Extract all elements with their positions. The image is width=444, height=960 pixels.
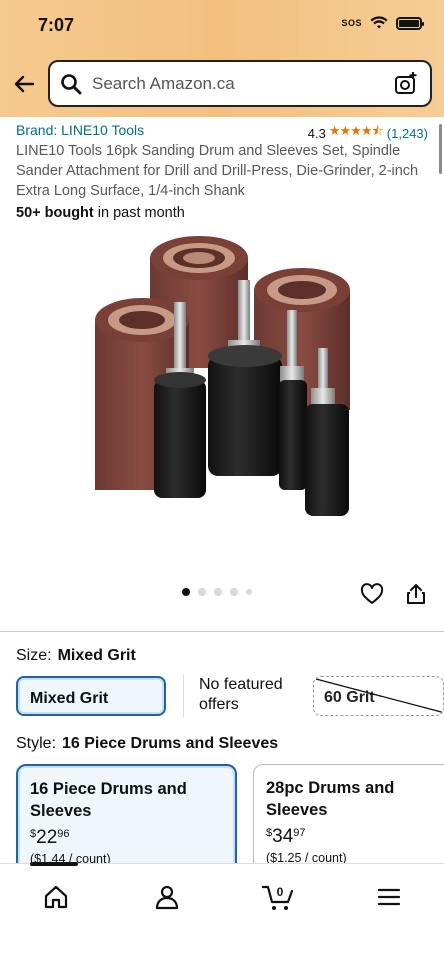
review-count[interactable]: (1,243)	[387, 126, 428, 141]
menu-icon[interactable]	[374, 882, 404, 912]
style-option-price: $3497	[266, 826, 306, 847]
style-option-28pc[interactable]: 28pc Drums and Sleeves $3497 ($1.25 / co…	[253, 764, 444, 874]
size-option-no-featured-offers[interactable]: No featured offers	[199, 675, 309, 715]
size-label: Size: Mixed Grit	[16, 647, 136, 664]
heart-icon[interactable]	[360, 582, 384, 606]
search-bar[interactable]	[48, 60, 432, 107]
brand-link[interactable]: Brand: LINE10 Tools	[16, 122, 144, 138]
carousel-dot[interactable]	[198, 588, 206, 596]
cart-count: 0	[277, 885, 284, 899]
search-input[interactable]	[92, 73, 382, 94]
brand-row: Brand: LINE10 Tools 4.3 ★★★★⯪ (1,243)	[16, 122, 428, 141]
search-icon	[60, 72, 84, 96]
scroll-indicator	[439, 124, 442, 174]
section-divider	[0, 631, 444, 632]
carousel-dot[interactable]	[230, 588, 238, 596]
cart-icon[interactable]: 0	[262, 882, 296, 912]
carousel-dot[interactable]	[214, 588, 222, 596]
size-option-mixed-grit[interactable]: Mixed Grit	[16, 676, 166, 716]
style-option-title: 28pc Drums and Sleeves	[266, 779, 395, 819]
style-option-16-piece[interactable]: 16 Piece Drums and Sleeves $2296 ($1.44 …	[16, 764, 237, 874]
header: 7:07 SOS	[0, 0, 444, 117]
bought-in-past-month: 50+ bought in past month	[16, 205, 185, 221]
style-option-title: 16 Piece Drums and Sleeves	[30, 780, 187, 820]
account-icon[interactable]	[152, 882, 182, 912]
product-title: LINE10 Tools 16pk Sanding Drum and Sleev…	[16, 143, 419, 199]
status-icons: SOS	[341, 16, 424, 30]
size-separator	[183, 675, 184, 717]
carousel-dot[interactable]	[182, 588, 190, 596]
crossed-out-line	[315, 678, 443, 714]
carousel-dot[interactable]	[246, 589, 252, 595]
size-option-60-grit[interactable]: 60 Grit	[313, 676, 444, 716]
wifi-icon	[370, 16, 388, 29]
battery-icon	[396, 16, 424, 30]
bottom-nav: 0	[0, 862, 444, 960]
camera-search-icon[interactable]	[394, 71, 418, 96]
back-button[interactable]	[10, 70, 38, 98]
rating-value: 4.3	[307, 125, 326, 141]
image-carousel-dots[interactable]	[182, 588, 252, 596]
style-option-price: $2296	[30, 827, 70, 848]
share-icon[interactable]	[404, 582, 428, 606]
back-arrow-icon	[14, 75, 35, 93]
home-icon[interactable]	[41, 882, 71, 912]
active-tab-indicator	[30, 862, 78, 866]
product-image[interactable]	[0, 228, 444, 573]
status-time: 7:07	[38, 15, 75, 35]
sos-label: SOS	[341, 18, 362, 28]
style-label: Style: 16 Piece Drums and Sleeves	[16, 735, 279, 752]
